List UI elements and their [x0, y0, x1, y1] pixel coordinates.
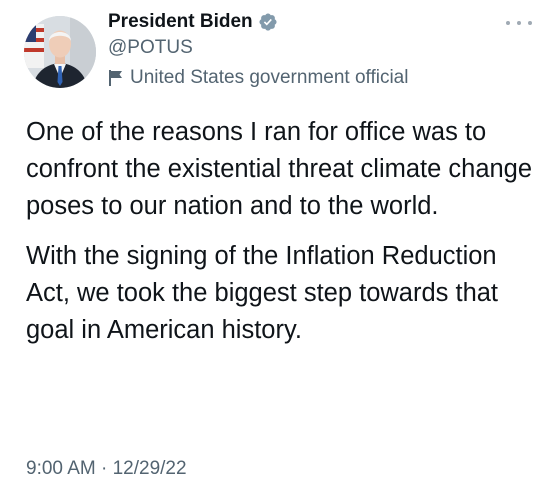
- timestamp: 9:00 AM · 12/29/22: [26, 457, 187, 481]
- author-handle[interactable]: @POTUS: [108, 36, 408, 60]
- verified-badge-icon: [258, 12, 278, 32]
- name-row: President Biden: [108, 10, 408, 34]
- tweet-time[interactable]: 9:00 AM: [26, 458, 96, 479]
- tweet-paragraph: With the signing of the Inflation Reduct…: [26, 242, 499, 344]
- tweet: President Biden @POTUS United States gov: [0, 0, 550, 496]
- display-name[interactable]: President Biden: [108, 10, 253, 34]
- affiliation-text: United States government official: [130, 67, 409, 88]
- avatar[interactable]: [24, 16, 96, 88]
- tweet-paragraph: One of the reasons I ran for office was …: [26, 118, 533, 220]
- dot-icon: [506, 21, 510, 25]
- tweet-date[interactable]: 12/29/22: [113, 458, 187, 479]
- dot-icon: [528, 21, 532, 25]
- tweet-text: One of the reasons I ran for office was …: [26, 114, 536, 349]
- flag-icon: [108, 69, 124, 87]
- dot-icon: [517, 21, 521, 25]
- timestamp-separator: ·: [101, 458, 108, 479]
- author-identity: President Biden @POTUS United States gov: [108, 10, 408, 90]
- tweet-header: President Biden @POTUS United States gov: [22, 10, 532, 96]
- avatar-image: [24, 16, 96, 88]
- affiliation-label: United States government official: [108, 66, 408, 90]
- more-options-icon[interactable]: [506, 16, 532, 30]
